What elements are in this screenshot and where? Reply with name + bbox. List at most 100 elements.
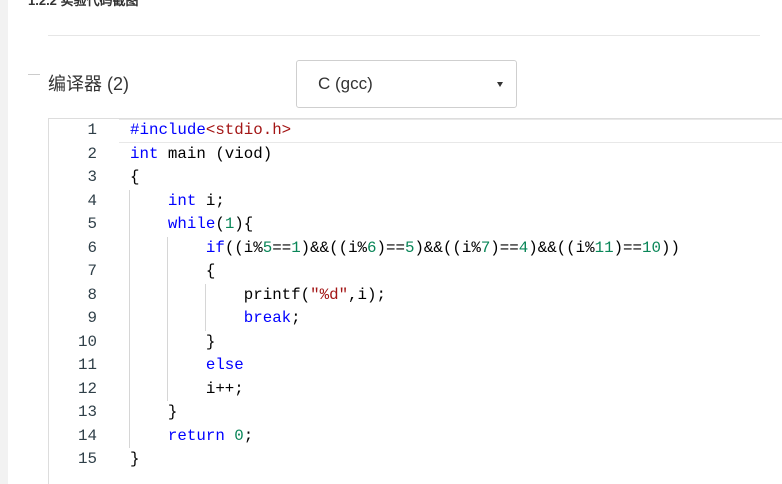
line-number: 9 — [87, 309, 97, 327]
code-token-plain: } — [130, 403, 178, 421]
section-heading: 1.2.2 实验代码截图 — [28, 0, 139, 8]
code-token-plain: )== — [490, 238, 519, 257]
line-code: printf("%d",i); — [129, 283, 386, 307]
code-token-keyword: return — [167, 426, 225, 445]
code-line[interactable]: 15} — [49, 448, 782, 472]
code-line[interactable]: 8 printf("%d",i); — [49, 283, 782, 307]
code-token-keyword: while — [167, 215, 216, 233]
code-token-plain: )&&((i% — [300, 238, 368, 257]
section-divider — [48, 35, 760, 36]
line-code: return 0; — [129, 424, 253, 448]
code-token-plain: )) — [660, 238, 680, 257]
line-number: 4 — [87, 191, 97, 210]
code-token-plain: )&&((i% — [528, 238, 595, 257]
code-token-plain: main (viod) — [158, 144, 273, 163]
line-number: 12 — [78, 379, 97, 398]
line-number: 5 — [87, 215, 97, 233]
code-editor[interactable]: 1 #include<stdio.h> 2 int main (viod) 3{4 in… — [48, 118, 782, 484]
code-line[interactable]: 10 } — [49, 330, 782, 354]
code-token-plain: ; — [291, 309, 301, 327]
line-code: if((i%5==1)&&((i%6)==5)&&((i%7)==4)&&((i… — [129, 236, 680, 260]
line-code: { — [130, 166, 139, 190]
code-token-plain: i; — [196, 191, 225, 210]
code-token-plain: )== — [613, 238, 643, 257]
code-line[interactable]: 11 else — [49, 354, 782, 378]
code-token-number: 4 — [518, 238, 529, 257]
line-code: #include<stdio.h> — [130, 119, 291, 143]
code-token-string: "%d" — [310, 285, 349, 304]
line-number: 14 — [78, 426, 97, 445]
line-number: 8 — [87, 285, 97, 304]
page-left-strip — [0, 0, 8, 484]
code-token-plain: )== — [376, 238, 405, 257]
code-line[interactable]: 13 } — [49, 401, 782, 425]
line-code: } — [129, 401, 178, 425]
code-token-number: 5 — [262, 238, 273, 257]
label-marker — [28, 74, 40, 75]
code-token-keyword: #include — [130, 121, 206, 139]
code-token-keyword: if — [205, 238, 225, 257]
code-line[interactable]: 12 i++; — [49, 377, 782, 401]
line-number: 1 — [87, 121, 97, 139]
line-number: 7 — [87, 262, 97, 280]
code-line[interactable]: 14 return 0; — [49, 424, 782, 448]
code-token-keyword: else — [205, 356, 244, 374]
line-number: 15 — [78, 450, 97, 468]
compiler-select[interactable]: C (gcc) — [296, 60, 517, 108]
line-number: 2 — [87, 144, 97, 163]
code-line[interactable]: 3{ — [49, 166, 782, 190]
line-code: while(1){ — [129, 213, 253, 237]
line-code: } — [129, 330, 216, 354]
line-number: 6 — [87, 238, 97, 257]
code-token-number: 6 — [367, 238, 377, 257]
code-token-plain: { — [130, 168, 140, 186]
code-token-plain: == — [272, 238, 292, 257]
line-code: i++; — [129, 377, 244, 401]
code-line[interactable]: 9 break; — [49, 307, 782, 331]
line-code: } — [130, 448, 139, 472]
line-number: 11 — [78, 356, 97, 374]
code-token-plain: ( — [215, 215, 225, 233]
code-line[interactable]: 1 #include<stdio.h> — [49, 119, 782, 143]
line-number: 13 — [78, 403, 97, 421]
code-lines[interactable]: 1 #include<stdio.h> 2 int main (viod) 3{4 in… — [49, 119, 782, 484]
code-token-plain: printf( — [130, 285, 311, 304]
line-code: int main (viod) — [130, 143, 272, 167]
code-token-number: 7 — [480, 238, 491, 257]
code-token-keyword: int — [167, 191, 197, 210]
code-line[interactable]: 5 while(1){ — [49, 213, 782, 237]
code-token-number: 1 — [224, 215, 235, 233]
code-token-keyword: int — [130, 144, 159, 163]
line-code: else — [129, 354, 244, 378]
code-line[interactable]: 6 if((i%5==1)&&((i%6)==5)&&((i%7)==4)&&(… — [49, 236, 782, 260]
compiler-select-value: C (gcc) — [318, 74, 373, 93]
line-code: int i; — [129, 189, 225, 213]
code-token-number: 0 — [234, 426, 244, 445]
code-token-number: 10 — [642, 238, 661, 257]
code-token-plain: ((i% — [224, 238, 263, 257]
code-token-number: 1 — [291, 238, 301, 257]
code-token-plain: i++; — [130, 379, 244, 398]
line-code: { — [129, 260, 216, 284]
code-token-plain: )&&((i% — [414, 238, 481, 257]
code-token-plain: } — [130, 450, 140, 468]
code-line[interactable]: 2 int main (viod) — [49, 143, 782, 167]
code-line[interactable]: 4 int i; — [49, 189, 782, 213]
line-code: break; — [129, 307, 301, 331]
code-token-keyword: break — [243, 309, 292, 327]
code-token-plain: { — [130, 262, 216, 280]
chevron-down-icon — [497, 82, 503, 87]
code-token-plain: ,i); — [348, 285, 386, 304]
code-line[interactable]: 7 { — [49, 260, 782, 284]
code-token-string: <stdio.h> — [205, 121, 292, 139]
line-number: 10 — [78, 332, 97, 351]
line-number: 3 — [87, 168, 97, 186]
code-token-plain: } — [130, 332, 216, 351]
code-token-number: 11 — [594, 238, 614, 257]
